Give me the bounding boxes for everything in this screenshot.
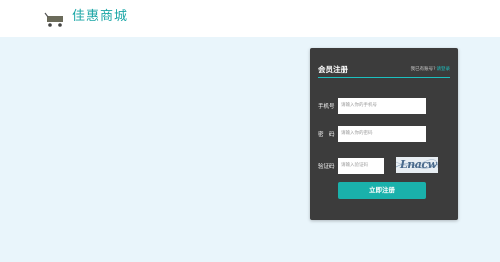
password-label: 密 码 — [318, 132, 335, 138]
login-hint: 我已有账号?请登录 — [411, 66, 450, 72]
panel-title: 会员注册 — [318, 65, 348, 74]
captcha-image[interactable]: Lnacw — [396, 157, 438, 173]
captcha-label: 验证码 — [318, 164, 335, 170]
login-prompt: 我已有账号? — [410, 67, 436, 72]
captcha-text: Lnacw — [400, 158, 437, 171]
password-input[interactable]: 请输入你的密码 — [338, 126, 426, 142]
register-panel: 会员注册 我已有账号?请登录 手机号 请输入你的手机号 密 码 请输入你的密码 … — [310, 48, 458, 220]
login-link[interactable]: 请登录 — [437, 67, 451, 72]
captcha-input[interactable]: 请输入验证码 — [338, 158, 384, 174]
title-underline — [318, 77, 450, 78]
brand-name[interactable]: 佳惠商城 — [72, 5, 128, 24]
phone-input[interactable]: 请输入你的手机号 — [338, 98, 426, 114]
register-button[interactable]: 立即注册 — [338, 182, 426, 199]
phone-label: 手机号 — [318, 104, 335, 110]
cart-icon[interactable] — [44, 10, 66, 28]
top-header: 佳惠商城 — [0, 0, 500, 37]
